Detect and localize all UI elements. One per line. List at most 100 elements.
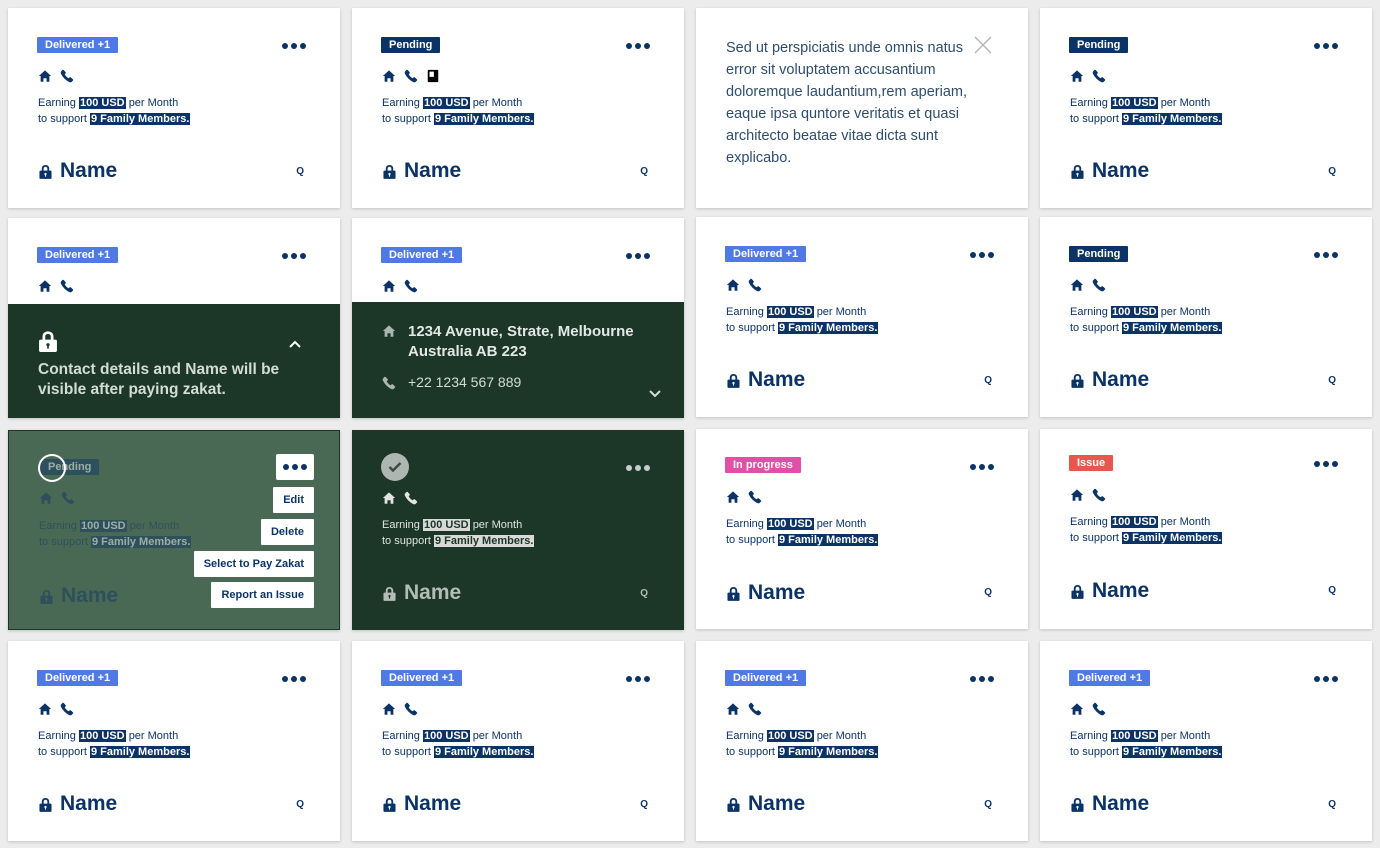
phone-icon[interactable] — [60, 702, 74, 716]
lock-icon — [39, 164, 52, 179]
menu-item-delete[interactable]: Delete — [260, 519, 314, 545]
phone-icon[interactable] — [748, 702, 762, 716]
q-label: Q — [1328, 375, 1336, 386]
phone-icon[interactable] — [60, 69, 74, 83]
phone-icon[interactable] — [404, 702, 418, 716]
home-icon[interactable] — [1070, 702, 1084, 716]
more-options-icon[interactable] — [1314, 675, 1338, 683]
more-options-icon[interactable] — [626, 42, 650, 50]
phone-icon[interactable] — [748, 490, 762, 504]
lock-icon — [39, 797, 52, 812]
beneficiary-card-selected[interactable]: Earning 100 USD per Month to support 9 Fa… — [352, 430, 684, 630]
more-options-icon[interactable] — [1314, 460, 1338, 468]
home-icon[interactable] — [1070, 488, 1084, 502]
more-options-icon[interactable] — [626, 675, 650, 683]
phone-icon[interactable] — [1092, 488, 1106, 502]
menu-item-report-issue[interactable]: Report an Issue — [211, 582, 314, 608]
beneficiary-card[interactable]: Delivered +1 Earning 100 USD per Month to… — [8, 641, 340, 841]
status-badge: Issue — [1069, 455, 1114, 471]
status-badge: Pending — [381, 37, 441, 53]
phone-icon[interactable] — [1092, 702, 1106, 716]
phone-icon[interactable] — [404, 491, 418, 505]
home-icon[interactable] — [726, 490, 740, 504]
beneficiary-name: Name — [60, 159, 118, 182]
beneficiary-card-contact[interactable]: Delivered +1 1234 Avenue, Strate, Melbou… — [352, 218, 684, 418]
status-badge: Delivered +1 — [37, 247, 119, 263]
beneficiary-card[interactable]: Delivered +1 Earning 100 USD per Month to… — [8, 8, 340, 208]
lock-icon — [727, 797, 740, 812]
beneficiary-name: Name — [748, 792, 806, 815]
status-badge: Delivered +1 — [37, 37, 119, 53]
menu-item-select-to-pay[interactable]: Select to Pay Zakat — [193, 551, 314, 577]
more-options-icon[interactable] — [1314, 42, 1338, 50]
earning-text: Earning 100 USD per Month to support 9 Fa… — [38, 97, 191, 125]
beneficiary-card[interactable]: Delivered +1 Earning 100 USD per Month to… — [1040, 641, 1372, 841]
more-options-icon[interactable] — [282, 42, 306, 50]
more-options-icon[interactable] — [626, 464, 650, 472]
home-icon[interactable] — [38, 69, 52, 83]
beneficiary-card-locked[interactable]: Delivered +1 Contact details and Name wi… — [8, 218, 340, 418]
status-badge: Delivered +1 — [381, 670, 463, 686]
earning-text: Earning 100 USD per Month to support 9 Fa… — [38, 730, 191, 758]
earning-text: Earning 100 USD per Month to support 9 Fa… — [39, 520, 192, 548]
home-icon[interactable] — [382, 491, 396, 505]
phone-icon[interactable] — [1092, 69, 1106, 83]
home-icon[interactable] — [726, 278, 740, 292]
home-icon[interactable] — [382, 69, 396, 83]
q-label: Q — [296, 166, 304, 177]
beneficiary-name: Name — [60, 792, 118, 815]
more-options-icon[interactable] — [282, 675, 306, 683]
status-badge: In progress — [725, 457, 801, 473]
home-icon[interactable] — [1070, 69, 1084, 83]
more-options-icon[interactable] — [1314, 251, 1338, 259]
more-options-icon[interactable] — [970, 675, 994, 683]
q-label: Q — [984, 375, 992, 386]
home-icon[interactable] — [382, 702, 396, 716]
close-icon[interactable] — [974, 36, 992, 54]
home-icon[interactable] — [726, 702, 740, 716]
beneficiary-card[interactable]: Delivered +1 Earning 100 USD per Month to… — [696, 217, 1028, 417]
home-icon[interactable] — [1070, 278, 1084, 292]
q-label: Q — [296, 799, 304, 810]
more-options-icon[interactable] — [626, 252, 650, 260]
lock-icon — [1071, 164, 1084, 179]
id-card-icon[interactable] — [426, 69, 440, 83]
phone-icon[interactable] — [1092, 278, 1106, 292]
phone-icon[interactable] — [404, 69, 418, 83]
status-badge: Pending — [1069, 246, 1129, 262]
beneficiary-card[interactable]: Pending Earning 100 USD per Month to supp… — [352, 8, 684, 208]
beneficiary-card[interactable]: Delivered +1 Earning 100 USD per Month to… — [696, 641, 1028, 841]
phone-icon[interactable] — [60, 279, 74, 293]
earning-text: Earning 100 USD per Month to support 9 Fa… — [726, 306, 879, 334]
home-icon[interactable] — [382, 279, 396, 293]
beneficiary-card[interactable]: Delivered +1 Earning 100 USD per Month to… — [352, 641, 684, 841]
earning-text: Earning 100 USD per Month to support 9 Fa… — [1070, 730, 1223, 758]
chevron-down-icon[interactable] — [648, 386, 662, 398]
beneficiary-card[interactable]: Issue Earning 100 USD per Month to suppor… — [1040, 429, 1372, 629]
chevron-up-icon[interactable] — [288, 336, 302, 348]
phone-icon[interactable] — [404, 279, 418, 293]
beneficiary-name: Name — [748, 581, 806, 604]
home-icon[interactable] — [38, 279, 52, 293]
more-options-icon[interactable] — [970, 463, 994, 471]
phone-icon — [61, 491, 75, 505]
beneficiary-card[interactable]: Pending Earning 100 USD per Month to supp… — [1040, 8, 1372, 208]
contact-details-panel: 1234 Avenue, Strate, Melbourne Australia… — [352, 302, 684, 418]
earning-text: Earning 100 USD per Month to support 9 Fa… — [1070, 516, 1223, 544]
phone-icon[interactable] — [748, 278, 762, 292]
lock-icon — [38, 330, 58, 352]
more-options-icon[interactable] — [282, 252, 306, 260]
beneficiary-name: Name — [404, 159, 462, 182]
home-icon[interactable] — [38, 702, 52, 716]
check-icon[interactable] — [381, 453, 409, 481]
status-badge: Delivered +1 — [725, 670, 807, 686]
address-text: 1234 Avenue, Strate, Melbourne Australia… — [408, 323, 634, 360]
info-text: Sed ut perspiciatis unde omnis natus err… — [726, 40, 967, 166]
more-options-icon[interactable] — [276, 454, 314, 480]
beneficiary-card[interactable]: In progress Earning 100 USD per Month to … — [696, 429, 1028, 629]
more-options-icon[interactable] — [970, 251, 994, 259]
menu-item-edit[interactable]: Edit — [273, 487, 314, 513]
beneficiary-card-menu-open[interactable]: Pending Earning 100 USD per Month to supp… — [8, 430, 340, 630]
select-checkbox[interactable] — [38, 454, 66, 482]
beneficiary-card[interactable]: Pending Earning 100 USD per Month to supp… — [1040, 217, 1372, 417]
